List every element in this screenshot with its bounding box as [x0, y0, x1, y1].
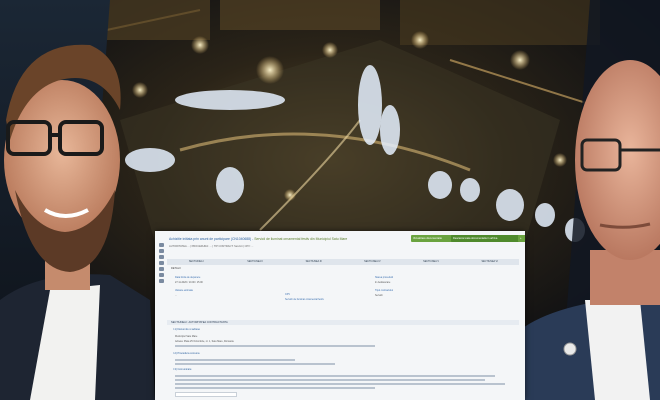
procurement-document: Achizitie initiata prin anunt de partici… — [155, 231, 525, 400]
state-label: Starea procedurii — [375, 276, 394, 279]
contract-label: Tipul contractului — [375, 289, 393, 292]
text-line — [175, 363, 335, 365]
document-sidebar-icons — [158, 243, 166, 285]
state-value: In desfasurare — [375, 281, 391, 284]
value-value: ... — [175, 294, 177, 297]
cpv-label: CPV — [285, 293, 290, 296]
section-heading: SECTIUNEA I: AUTORITATEA CONTRACTANTA — [167, 320, 519, 325]
text-line — [175, 379, 485, 381]
view-documentation-button[interactable]: Vizualizare documentatie — [411, 235, 453, 242]
text-line — [175, 359, 295, 361]
tab-section-6[interactable]: SECTIUNEA VI — [460, 259, 519, 265]
text-line — [175, 375, 495, 377]
deadline-value: 27.11.2020 / 10.00 / 15.00 — [175, 281, 203, 284]
add-button[interactable]: + — [518, 235, 525, 242]
deadline-label: Data limita de depunere — [175, 276, 201, 279]
tab-section-3[interactable]: SECTIUNEA III — [284, 259, 343, 265]
tab-section-5[interactable]: SECTIUNEA V — [402, 259, 461, 265]
text-line — [175, 345, 375, 347]
tab-section-4[interactable]: SECTIUNEA IV — [343, 259, 402, 265]
value-label: Valoare estimata — [175, 289, 193, 292]
section-tabs: SECTIUNEA I SECTIUNEA II SECTIUNEA III S… — [167, 259, 519, 265]
details-label: DETALII — [171, 267, 181, 270]
authority-name: Municipiul Satu Mare — [175, 335, 198, 338]
tab-section-2[interactable]: SECTIUNEA II — [226, 259, 285, 265]
cpv-value: Servicii de iluminat ornamental festiv — [285, 298, 324, 301]
document-title: Achizitie initiata prin anunt de partici… — [169, 237, 409, 241]
text-line — [175, 387, 375, 389]
subsection-3: I.3) Comunicare — [173, 368, 192, 371]
subsection-2: I.2) Procedura comuna — [173, 352, 200, 355]
title-highlight: Servicii de iluminat ornamental festiv d… — [254, 237, 348, 241]
authority-address: Adresa: Piata 25 Octombrie, nr. 1, Satu … — [175, 340, 234, 343]
input-box — [175, 392, 237, 397]
download-archive-button[interactable]: Descarca toata documentatia in arhiva — [451, 235, 521, 242]
subsection-1: I.1) Denumire si adrese — [173, 328, 200, 331]
document-meta: AUTORITATEA ... | PROCEDURA: ... | TIP C… — [169, 245, 254, 248]
title-text: Achizitie initiata prin anunt de partici… — [169, 237, 254, 241]
contract-value: Servicii — [375, 294, 383, 297]
tab-section-1[interactable]: SECTIUNEA I — [167, 259, 226, 265]
text-line — [175, 383, 505, 385]
